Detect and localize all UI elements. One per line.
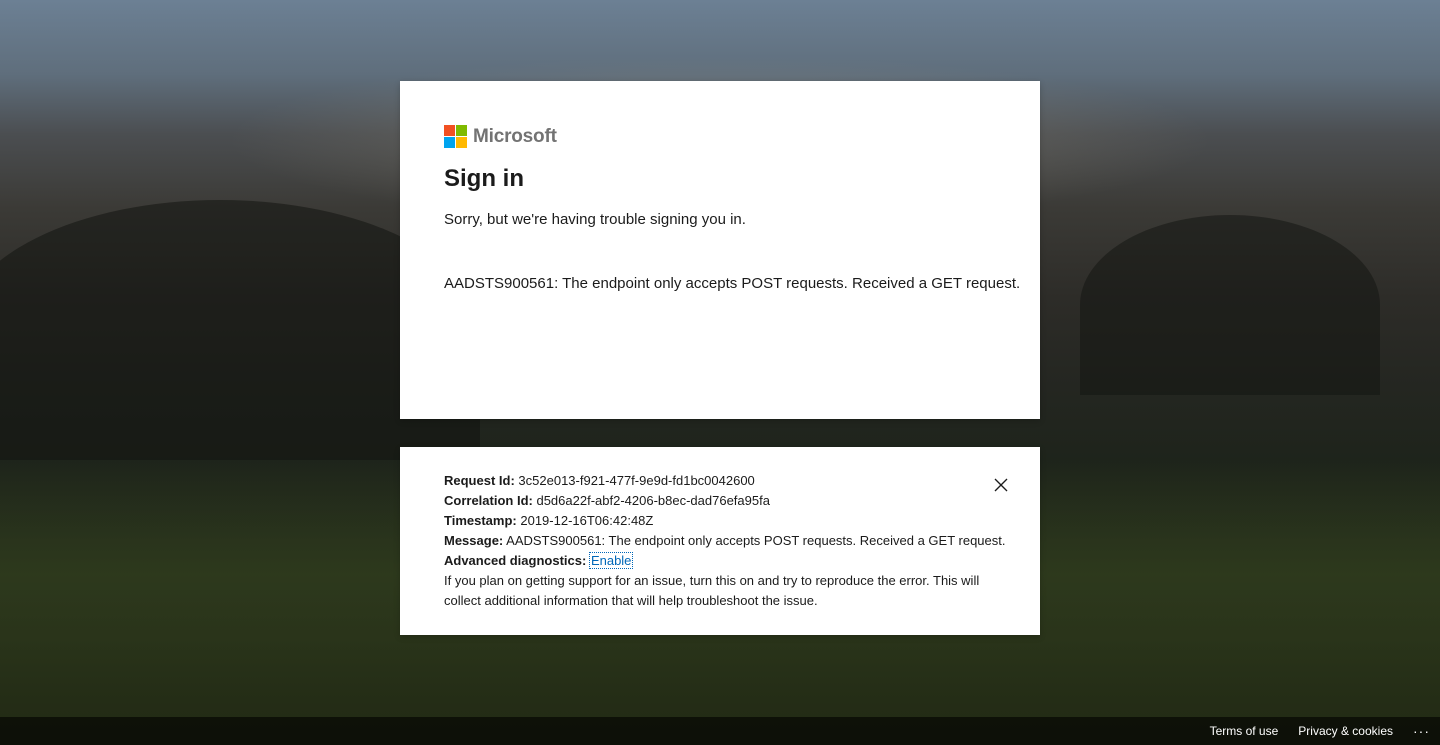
logo-square-red (444, 125, 455, 136)
advanced-diagnostics-row: Advanced diagnostics: Enable (444, 551, 1004, 571)
correlation-id-value: d5d6a22f-abf2-4206-b8ec-dad76efa95fa (536, 493, 770, 508)
enable-diagnostics-link[interactable]: Enable (588, 552, 634, 569)
timestamp-label: Timestamp: (444, 513, 517, 528)
correlation-id-row: Correlation Id: d5d6a22f-abf2-4206-b8ec-… (444, 491, 1004, 511)
request-id-row: Request Id: 3c52e013-f921-477f-9e9d-fd1b… (444, 471, 1004, 491)
timestamp-row: Timestamp: 2019-12-16T06:42:48Z (444, 511, 1004, 531)
error-message: AADSTS900561: The endpoint only accepts … (444, 275, 1021, 292)
logo-square-green (456, 125, 467, 136)
footer: Terms of use Privacy & cookies ··· (0, 717, 1440, 745)
logo-square-yellow (456, 137, 467, 148)
close-icon (994, 478, 1008, 492)
footer-links: Terms of use Privacy & cookies ··· (1210, 717, 1430, 745)
background-hill-right (1080, 215, 1380, 395)
microsoft-logo: Microsoft (444, 125, 557, 148)
diagnostics-help-text: If you plan on getting support for an is… (444, 573, 980, 608)
correlation-id-label: Correlation Id: (444, 493, 533, 508)
advanced-diagnostics-label: Advanced diagnostics: (444, 553, 587, 568)
logo-text: Microsoft (473, 125, 557, 147)
more-options-icon[interactable]: ··· (1413, 723, 1430, 739)
request-id-label: Request Id: (444, 473, 515, 488)
privacy-cookies-link[interactable]: Privacy & cookies (1298, 724, 1393, 738)
signin-subtitle: Sorry, but we're having trouble signing … (444, 211, 746, 228)
timestamp-value: 2019-12-16T06:42:48Z (520, 513, 654, 528)
message-label: Message: (444, 533, 504, 548)
message-row: Message: AADSTS900561: The endpoint only… (444, 531, 1006, 551)
terms-of-use-link[interactable]: Terms of use (1210, 724, 1279, 738)
error-details: Request Id: 3c52e013-f921-477f-9e9d-fd1b… (444, 471, 1006, 611)
page-title: Sign in (444, 165, 524, 192)
close-details-button[interactable] (990, 474, 1012, 496)
error-details-card: Request Id: 3c52e013-f921-477f-9e9d-fd1b… (400, 447, 1040, 635)
message-value: AADSTS900561: The endpoint only accepts … (506, 533, 1006, 548)
signin-card: Microsoft Sign in Sorry, but we're havin… (400, 81, 1040, 419)
request-id-value: 3c52e013-f921-477f-9e9d-fd1bc0042600 (518, 473, 755, 488)
microsoft-logo-icon (444, 125, 467, 148)
logo-square-blue (444, 137, 455, 148)
